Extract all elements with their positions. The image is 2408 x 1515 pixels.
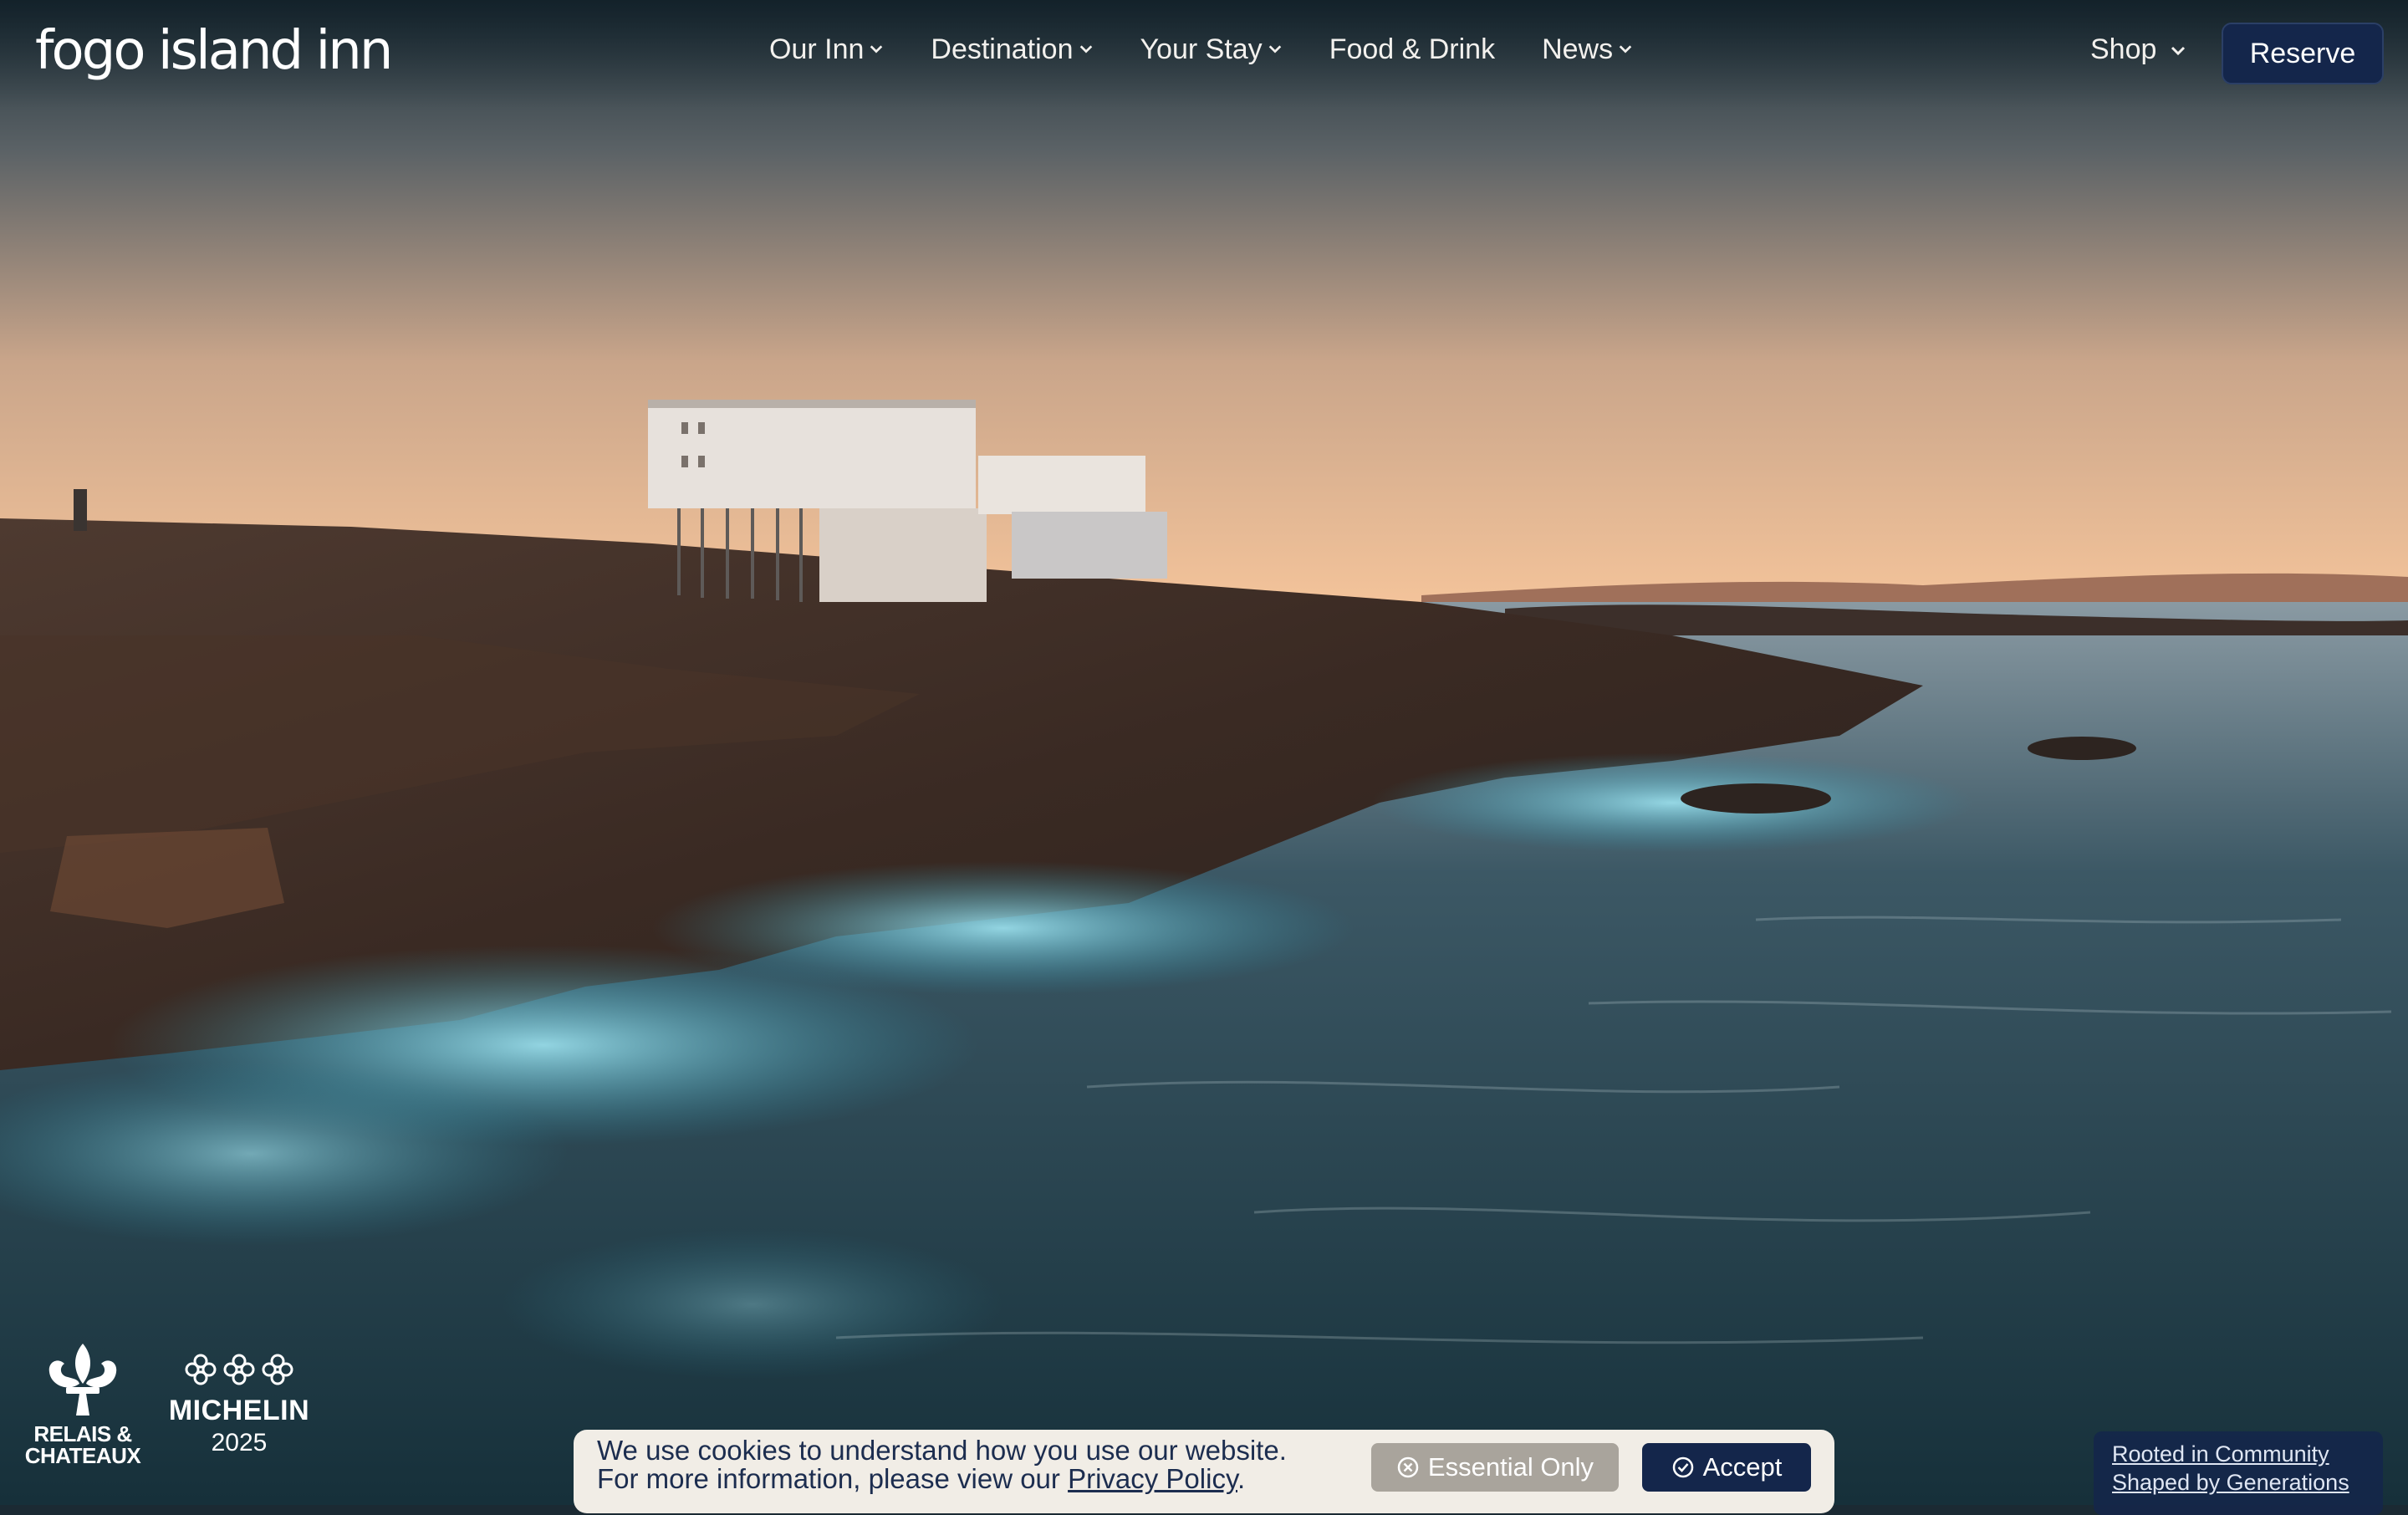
relais-line2: CHATEAUX <box>24 1443 141 1468</box>
hero-landscape-image <box>0 0 2408 1505</box>
nav-item-food-drink[interactable]: Food & Drink <box>1329 33 1495 66</box>
cookie-line2: For more information, please view our Pr… <box>597 1465 1287 1493</box>
nav-item-our-inn[interactable]: Our Inn <box>769 33 884 66</box>
cookie-line2-suffix: . <box>1237 1463 1246 1494</box>
chevron-down-icon <box>2171 46 2186 55</box>
cookie-line1: We use cookies to understand how you use… <box>597 1435 1287 1466</box>
shop-menu[interactable]: Shop <box>2090 33 2186 66</box>
chevron-down-icon <box>1079 44 1092 54</box>
main-nav: Our Inn Destination Your Stay Food & Dri… <box>769 33 1680 66</box>
cookie-banner: We use cookies to understand how you use… <box>574 1430 1834 1513</box>
nav-item-label: Your Stay <box>1140 33 1263 65</box>
hero-video-background <box>0 0 2408 1505</box>
cookie-line2-prefix: For more information, please view our <box>597 1463 1069 1494</box>
shop-label: Shop <box>2090 33 2157 65</box>
essential-only-button[interactable]: Essential Only <box>1371 1443 1619 1492</box>
nav-item-your-stay[interactable]: Your Stay <box>1140 33 1283 66</box>
check-circle-icon <box>1672 1456 1693 1478</box>
michelin-label: MICHELIN <box>168 1395 310 1426</box>
relais-line1: RELAIS & <box>33 1421 132 1446</box>
nav-item-label: Our Inn <box>769 33 865 65</box>
nav-item-destination[interactable]: Destination <box>931 33 1093 66</box>
chevron-down-icon <box>1268 44 1281 54</box>
privacy-policy-link[interactable]: Privacy Policy <box>1068 1463 1237 1494</box>
rooted-in-community-link-box: Rooted in Community Shaped by Generation… <box>2094 1431 2383 1515</box>
rooted-in-community-link[interactable]: Rooted in Community <box>2112 1440 2365 1468</box>
cookie-message: We use cookies to understand how you use… <box>597 1436 1287 1493</box>
nav-item-news[interactable]: News <box>1542 33 1633 66</box>
reserve-button[interactable]: Reserve <box>2222 23 2384 84</box>
chevron-down-icon <box>1619 44 1632 54</box>
nav-item-label: Food & Drink <box>1329 33 1496 65</box>
shaped-by-generations-link[interactable]: Shaped by Generations <box>2112 1468 2365 1497</box>
essential-only-label: Essential Only <box>1427 1452 1594 1482</box>
relais-chateaux-badge: RELAIS & CHATEAUX <box>20 1342 145 1467</box>
nav-item-label: News <box>1542 33 1614 65</box>
nav-item-label: Destination <box>931 33 1074 65</box>
accept-button[interactable]: Accept <box>1642 1443 1811 1492</box>
michelin-badge: MICHELIN 2025 <box>164 1350 314 1457</box>
close-circle-icon <box>1397 1456 1419 1478</box>
michelin-stars-icon <box>185 1354 293 1385</box>
site-logo[interactable]: fogo island inn <box>35 20 393 82</box>
fleur-de-lis-icon <box>48 1344 117 1416</box>
accept-label: Accept <box>1702 1452 1783 1482</box>
michelin-year: 2025 <box>211 1429 268 1456</box>
chevron-down-icon <box>870 44 883 54</box>
